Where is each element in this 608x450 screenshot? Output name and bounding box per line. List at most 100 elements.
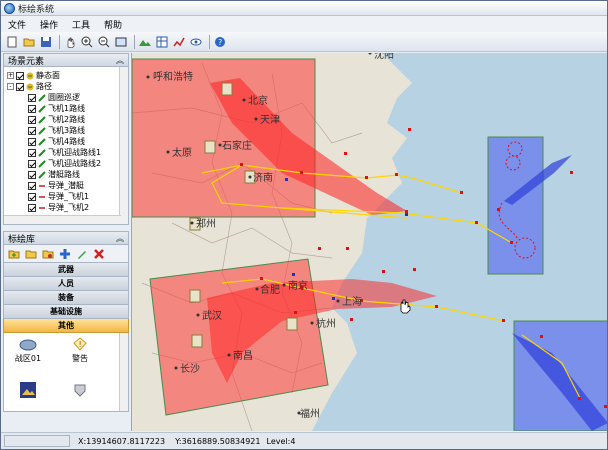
open-folder-icon[interactable] bbox=[24, 247, 38, 261]
city-label: 天津 bbox=[260, 114, 280, 126]
tree-item[interactable]: 导弹_飞机1 bbox=[28, 191, 89, 202]
tree-item[interactable]: 飞机3路线 bbox=[28, 125, 85, 136]
tree-item[interactable]: 飞机4路线 bbox=[28, 136, 85, 147]
category-infrastructure[interactable]: 基础设施 bbox=[3, 305, 129, 319]
open-folder-icon[interactable] bbox=[22, 35, 36, 49]
symbol-item[interactable]: 战区01 bbox=[8, 339, 48, 364]
route-icon bbox=[38, 170, 46, 179]
tree-item-label: 飞机3路线 bbox=[48, 126, 86, 135]
city-label: 北京 bbox=[248, 94, 268, 107]
blue-zone-east[interactable] bbox=[487, 136, 544, 275]
tree-item[interactable]: 潜艇路线 bbox=[28, 169, 80, 180]
menu-operate[interactable]: 操作 bbox=[33, 18, 65, 31]
full-extent-icon[interactable] bbox=[114, 35, 128, 49]
tree-checkbox[interactable] bbox=[28, 192, 36, 201]
category-personnel[interactable]: 人员 bbox=[3, 277, 129, 291]
tree-item-label: 飞机迎战路线2 bbox=[48, 159, 102, 168]
scene-panel-header[interactable]: 场景元素 ︽ bbox=[3, 53, 129, 67]
eye-icon[interactable] bbox=[189, 35, 203, 49]
tree-item[interactable]: 飞机2路线 bbox=[28, 114, 85, 125]
zoom-in-icon[interactable] bbox=[80, 35, 94, 49]
menu-help[interactable]: 帮助 bbox=[97, 18, 129, 31]
add-icon[interactable] bbox=[58, 247, 72, 261]
left-panel: 场景元素 ︽ + 静态面 - 路径 圆圈巡逻 飞机1路线 飞机2路线 飞机3路线… bbox=[3, 53, 129, 430]
category-equipment[interactable]: 装备 bbox=[3, 291, 129, 305]
terrain-icon[interactable] bbox=[138, 35, 152, 49]
tree-checkbox[interactable] bbox=[28, 126, 36, 135]
city-label: 合肥 bbox=[260, 283, 280, 296]
library-panel-header[interactable]: 标绘库 ︽ bbox=[3, 231, 129, 245]
symbol-label: 战区01 bbox=[14, 354, 42, 363]
city-label: 南京 bbox=[288, 279, 308, 292]
scene-tree[interactable]: + 静态面 - 路径 圆圈巡逻 飞机1路线 飞机2路线 飞机3路线 飞机4路线 … bbox=[3, 67, 129, 225]
expand-icon[interactable]: + bbox=[7, 72, 14, 79]
tree-checkbox[interactable] bbox=[16, 82, 24, 91]
city-label: 郑州 bbox=[196, 217, 216, 230]
collapse-node-icon[interactable]: - bbox=[7, 83, 14, 90]
status-cell bbox=[4, 435, 70, 447]
grid-icon[interactable] bbox=[155, 35, 169, 49]
tree-checkbox[interactable] bbox=[28, 93, 36, 102]
tree-checkbox[interactable] bbox=[28, 104, 36, 113]
tree-checkbox[interactable] bbox=[28, 203, 36, 212]
shield-icon bbox=[74, 384, 86, 397]
tree-horizontal-scrollbar[interactable] bbox=[4, 215, 121, 224]
pan-icon[interactable] bbox=[63, 35, 77, 49]
route-icon bbox=[38, 115, 46, 124]
symbol-label: 警告 bbox=[72, 354, 88, 363]
add-folder-icon[interactable] bbox=[7, 247, 21, 261]
tree-item[interactable]: + 静态面 bbox=[7, 70, 60, 81]
tree-item[interactable]: 飞机迎战路线1 bbox=[28, 147, 101, 158]
zoom-out-icon[interactable] bbox=[97, 35, 111, 49]
line-chart-icon[interactable] bbox=[172, 35, 186, 49]
route-icon bbox=[38, 104, 46, 113]
tree-item[interactable]: 飞机迎战路线2 bbox=[28, 158, 101, 169]
tree-vertical-scrollbar[interactable] bbox=[119, 67, 128, 224]
tree-item[interactable]: - 路径 bbox=[7, 81, 52, 92]
tree-checkbox[interactable] bbox=[16, 71, 24, 80]
tree-item-label: 路径 bbox=[36, 82, 52, 91]
city-label: 呼和浩特 bbox=[153, 71, 193, 83]
app-icon bbox=[4, 2, 15, 14]
tree-item-label: 圆圈巡逻 bbox=[48, 93, 80, 102]
city-label: 石家庄 bbox=[222, 139, 252, 152]
tree-checkbox[interactable] bbox=[28, 170, 36, 179]
tree-checkbox[interactable] bbox=[28, 137, 36, 146]
edit-icon[interactable] bbox=[75, 247, 89, 261]
symbol-item[interactable] bbox=[8, 381, 48, 401]
tree-checkbox[interactable] bbox=[28, 148, 36, 157]
category-other[interactable]: 其他 bbox=[3, 319, 129, 333]
folder-settings-icon[interactable] bbox=[41, 247, 55, 261]
tree-item[interactable]: 飞机1路线 bbox=[28, 103, 85, 114]
tree-checkbox[interactable] bbox=[28, 115, 36, 124]
delete-icon[interactable] bbox=[92, 247, 106, 261]
toolbar-separator bbox=[59, 34, 60, 49]
tree-item-label: 静态面 bbox=[36, 71, 60, 80]
category-weapons[interactable]: 武器 bbox=[3, 263, 129, 277]
city-label: 济南 bbox=[253, 171, 273, 184]
new-file-icon[interactable] bbox=[5, 35, 19, 49]
tree-item-label: 飞机2路线 bbox=[48, 115, 86, 124]
tree-item[interactable]: 圆圈巡逻 bbox=[28, 92, 80, 103]
city-label: 福州 bbox=[300, 407, 320, 420]
tree-item-label: 飞机迎战路线1 bbox=[48, 148, 102, 157]
tree-item[interactable]: 导弹_飞机2 bbox=[28, 202, 89, 213]
menu-file[interactable]: 文件 bbox=[1, 18, 33, 31]
title-bar: 标绘系统 bbox=[1, 1, 607, 16]
map-canvas[interactable]: 呼和浩特 北京 天津 石家庄 太原 济南 郑州 合肥 南京 上海 武汉 杭州 南… bbox=[132, 53, 607, 431]
tree-item[interactable]: 导弹_潜艇 bbox=[28, 180, 84, 191]
map-view[interactable]: 呼和浩特 北京 天津 石家庄 太原 济南 郑州 合肥 南京 上海 武汉 杭州 南… bbox=[131, 53, 607, 431]
toolbar-separator bbox=[209, 34, 210, 49]
symbol-scrollbar[interactable] bbox=[119, 333, 128, 411]
menu-tools[interactable]: 工具 bbox=[65, 18, 97, 31]
status-level: Level:4 bbox=[266, 436, 296, 446]
collapse-icon[interactable]: ︽ bbox=[116, 233, 124, 244]
tree-checkbox[interactable] bbox=[28, 181, 36, 190]
save-icon[interactable] bbox=[39, 35, 53, 49]
help-icon[interactable]: ? bbox=[213, 35, 227, 49]
city-label: 上海 bbox=[342, 295, 362, 308]
symbol-item[interactable] bbox=[60, 383, 100, 399]
tree-checkbox[interactable] bbox=[28, 159, 36, 168]
symbol-item[interactable]: ! 警告 bbox=[60, 337, 100, 364]
collapse-icon[interactable]: ︽ bbox=[116, 55, 124, 66]
